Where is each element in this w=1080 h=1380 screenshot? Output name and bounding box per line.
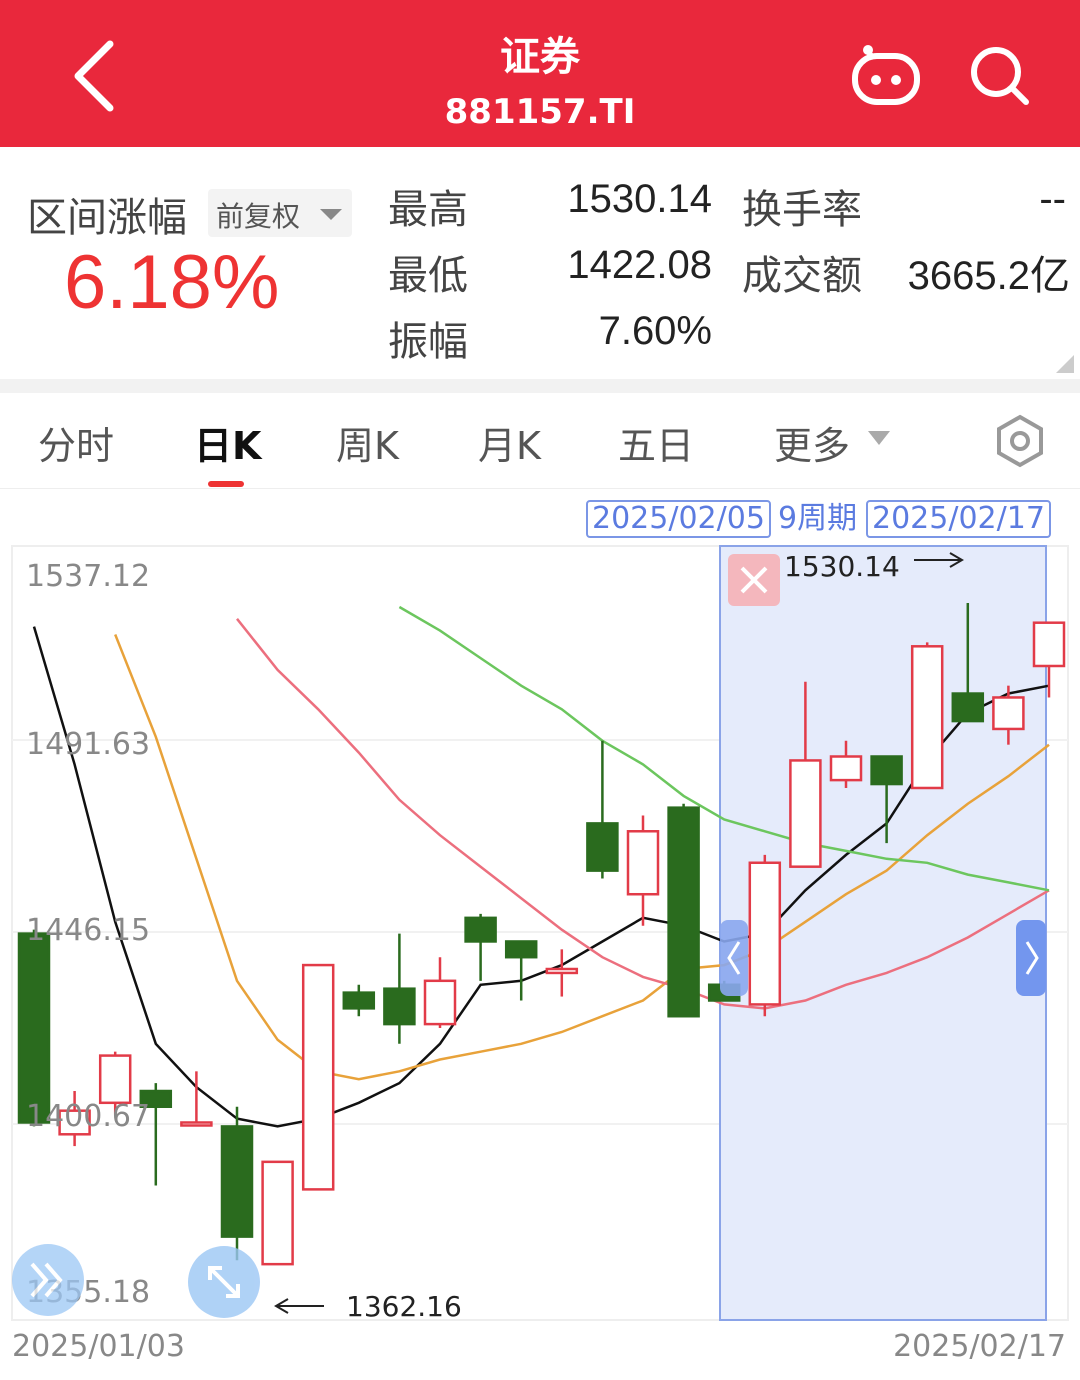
candle-body [98,1054,132,1105]
candle [667,803,700,1018]
dropdown-arrow-icon [320,209,342,220]
low-label: 最低 [388,253,468,299]
search-icon[interactable] [966,42,1032,108]
candle [910,642,944,790]
y-tick-label: 1537.12 [26,559,150,594]
min-price-label: 1362.16 [346,1290,462,1323]
candle-body [261,1160,294,1266]
app-header: 证券 881157.TI [0,0,1080,147]
candle [464,913,497,981]
kline-chart[interactable]: 1537.12 1491.63 1446.15 1400.67 1355.18 … [0,540,1080,1380]
candle [17,929,51,1127]
candle [545,949,579,997]
candle-body [910,645,944,790]
tab-intraday[interactable]: 分时 [38,415,114,470]
y-tick-label: 1491.63 [26,727,150,762]
candle [342,984,376,1017]
section-divider [0,379,1080,393]
candle-body [789,759,822,868]
candle [301,963,335,1191]
candle-body [301,963,335,1191]
candle-body [545,967,579,975]
candle-body [626,830,660,896]
high-value: 1530.14 [567,177,712,221]
tab-weekly-k[interactable]: 周K [336,415,399,470]
range-change-value: 6.18% [64,240,280,325]
volume-value: 3665.2亿 [907,254,1070,298]
candle [586,740,619,879]
candle-body [423,979,457,1026]
range-end-date[interactable]: 2025/02/17 [866,500,1051,538]
close-selection-button[interactable] [728,554,780,606]
candle-body [180,1121,213,1127]
candle [504,940,538,1001]
high-label: 最高 [388,187,468,233]
settings-icon[interactable] [992,413,1048,469]
fullscreen-button[interactable] [188,1246,260,1318]
adjust-dropdown[interactable]: 前复权 [208,189,352,237]
selection-right-handle[interactable] [1016,920,1046,996]
candle [261,1160,294,1266]
candle-body [992,696,1025,731]
candle-body [870,755,903,786]
fast-forward-button[interactable] [12,1244,84,1316]
candle [180,1071,213,1127]
turnover-label: 换手率 [742,187,862,233]
range-change-label: 区间涨幅 [27,195,187,241]
low-value: 1422.08 [567,243,712,287]
adjust-label: 前复权 [216,200,301,233]
y-tick-label: 1446.15 [26,913,150,948]
candle-body [586,822,619,872]
candle-body [17,932,51,1124]
robot-assistant-icon[interactable] [850,40,922,108]
tab-more[interactable]: 更多 [774,415,850,470]
candle [220,1106,254,1261]
candle [748,854,782,1017]
candle-body [667,806,700,1018]
more-arrow-icon [868,431,890,445]
active-tab-indicator [208,481,244,487]
candle-body [464,916,497,943]
candle [626,815,660,926]
candle-body [220,1125,254,1238]
candle-body [951,692,985,723]
period-tabs: 分时 日K 周K 月K 五日 更多 [0,393,1080,489]
candle-body [1032,621,1066,668]
tab-five-day[interactable]: 五日 [618,415,694,470]
range-period-count: 9周期 [778,501,858,536]
y-tick-label: 1400.67 [26,1099,150,1134]
expand-corner-icon[interactable] [1056,355,1074,373]
turnover-value: -- [1039,177,1066,221]
min-arrow-icon [274,1298,324,1314]
amplitude-label: 振幅 [388,319,468,365]
candle [423,957,457,1029]
range-start-date[interactable]: 2025/02/05 [586,500,771,538]
candle-body [383,987,416,1026]
selection-left-handle[interactable] [720,920,748,996]
tab-monthly-k[interactable]: 月K [478,415,541,470]
candle-body [342,991,376,1010]
candle-body [829,755,863,782]
volume-label: 成交额 [742,253,862,299]
x-end-label: 2025/02/17 [893,1329,1066,1364]
tab-daily-k[interactable]: 日K [194,415,261,470]
quote-summary: 区间涨幅 前复权 6.18% 最高 1530.14 最低 1422.08 振幅 … [0,147,1080,379]
x-start-label: 2025/01/03 [12,1329,185,1364]
amplitude-value: 7.60% [598,309,712,353]
candle-body [504,940,538,959]
max-price-label: 1530.14 [784,550,900,583]
candle-body [748,861,782,1006]
candle [383,933,416,1044]
